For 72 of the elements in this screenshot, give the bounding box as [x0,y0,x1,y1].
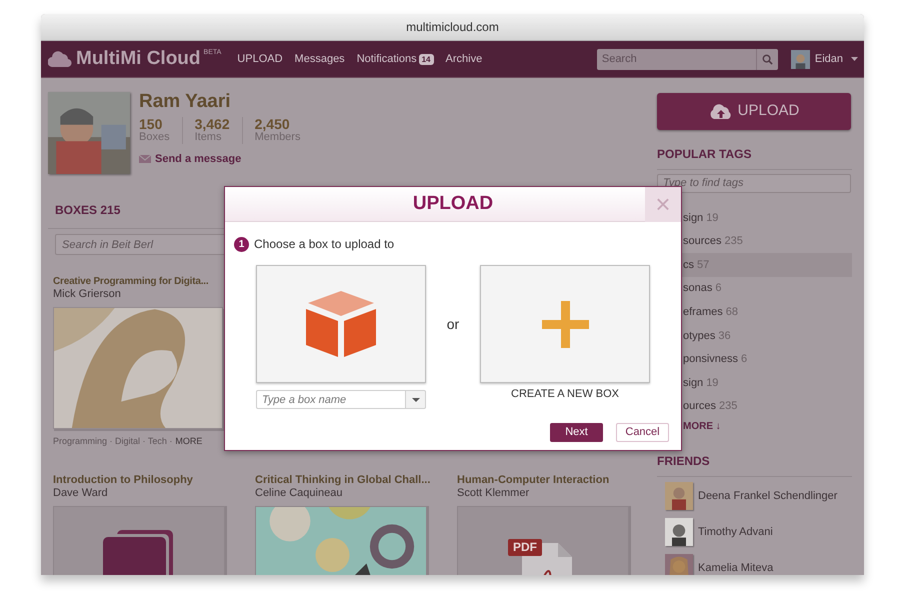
nav-link[interactable]: Archive [446,50,482,68]
step-text: Choose a box to upload to [254,236,394,253]
tag-count: 36 [718,328,731,344]
friend-name[interactable]: Deena Frankel Schendlinger [698,488,838,505]
box-title[interactable]: Introduction to Philosophy [53,474,228,487]
tag-count: 235 [724,234,743,250]
search-button[interactable] [756,48,778,70]
tag-name: eframes [683,304,723,320]
tag-count: 19 [706,376,718,391]
tag-count: 19 [706,210,718,226]
box-title[interactable]: Human-Computer Interaction [457,474,632,487]
tag-name: sonas [683,281,712,296]
next-button[interactable]: Next [550,423,603,442]
tag-name: ources [683,399,716,414]
step-number: 1 [234,236,249,252]
tag-name: sign [683,210,704,226]
stat-label: Members [254,131,300,144]
stat-value: 150 [139,117,164,131]
cancel-button[interactable]: Cancel [616,423,669,442]
search-field[interactable]: Search [596,48,756,70]
stat-label: Items [194,131,222,144]
stat-label: Boxes [139,131,170,144]
profile-name: Ram Yaari [139,92,232,112]
tag-name: cs [683,258,694,273]
upload-button[interactable]: UPLOAD [657,93,851,130]
user-name[interactable]: Eidan [814,50,843,68]
create-box-tile[interactable] [480,265,650,383]
box-author: Scott Klemmer [457,487,530,500]
existing-box-tile[interactable] [256,265,426,383]
tag-name: sign [683,376,704,391]
box-author: Mick Grierson [53,288,122,300]
more-link[interactable]: MORE [175,434,202,448]
create-box-label: CREATE A NEW BOX [511,387,619,402]
cube-icon [306,291,376,357]
caret-icon[interactable] [851,57,858,61]
address-text: multimicloud.com [406,19,499,36]
stat-value: 3,462 [194,117,230,131]
tag-name: otypes [683,328,716,344]
plus-icon [542,300,588,348]
box-tags: Programming · Digital · Tech · [53,434,172,448]
envelope-icon [139,155,151,164]
cloud-upload-icon [708,104,733,119]
cloud-logo-icon [48,51,72,67]
tag-count: 235 [719,399,738,414]
friend-name[interactable]: Kamelia Miteva [698,560,774,575]
section-heading: BOXES 215 [55,203,120,217]
or-label: or [446,314,460,334]
tag-count: 68 [726,304,738,320]
friend-name[interactable]: Timothy Advani [698,524,773,541]
section-heading: FRIENDS [657,454,710,468]
dialog-title: UPLOAD [412,192,494,216]
tag-count: 6 [715,281,722,296]
send-message-link[interactable]: Send a message [139,151,312,168]
caret-icon [412,398,420,402]
nav-link[interactable]: UPLOAD [237,50,283,68]
stat-value: 2,450 [254,117,291,131]
dropdown-button[interactable] [406,390,426,409]
notification-count: 14 [418,54,434,64]
nav-link[interactable]: Messages [294,50,345,68]
section-heading: POPULAR TAGS [657,147,752,161]
tag-count: 6 [741,352,748,368]
box-title[interactable]: Critical Thinking in Global Chall... [255,474,430,487]
box-author: Celine Caquineau [255,487,344,500]
search-icon [762,54,773,64]
box-title[interactable]: Creative Programming for Digita... [53,274,208,288]
tag-name: ponsivness [683,352,738,368]
box-name-field[interactable]: Type a box name [256,390,406,409]
box-card[interactable]: PDF [457,506,629,575]
nav-link[interactable]: Notifications 14 [356,50,434,68]
tag-name: sources [683,234,722,250]
logo-text[interactable]: MultiMi Cloud [76,44,201,74]
box-author: Dave Ward [53,487,109,500]
